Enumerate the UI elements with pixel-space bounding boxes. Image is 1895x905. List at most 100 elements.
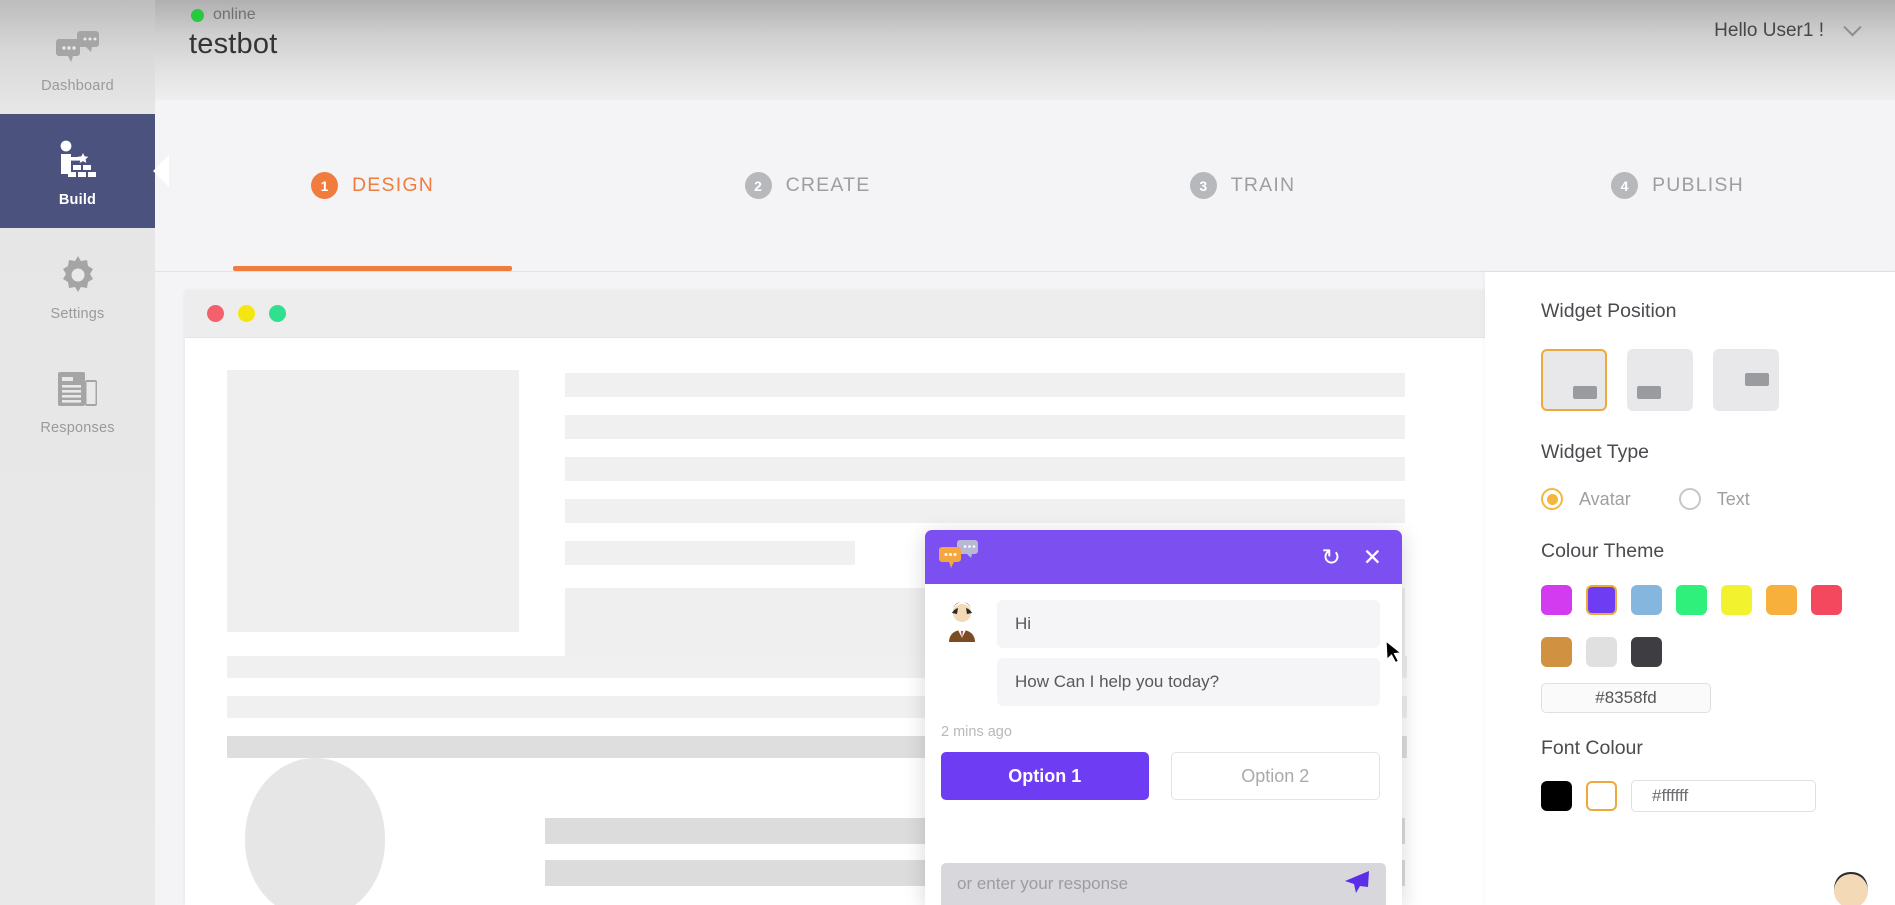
colour-theme-hex-input[interactable]: #8358fd — [1541, 683, 1711, 713]
colour-theme-title: Colour Theme — [1541, 540, 1665, 562]
step-label: CREATE — [785, 174, 871, 196]
skeleton-line — [565, 499, 1405, 523]
sidebar-item-build[interactable]: Build — [0, 114, 169, 228]
position-marker-icon — [1637, 386, 1661, 399]
quick-reply-option-2[interactable]: Option 2 — [1170, 752, 1380, 800]
colour-theme-swatches-row-1 — [1541, 585, 1895, 615]
font-colour-options: #ffffff — [1541, 780, 1895, 812]
skeleton-avatar-placeholder — [245, 758, 385, 905]
radio-text-label: Text — [1716, 488, 1750, 509]
chat-bubble-text: Hi — [997, 600, 1380, 648]
document-list-icon — [56, 362, 100, 416]
mouse-cursor-icon — [1385, 639, 1405, 673]
sidebar-item-settings[interactable]: Settings — [0, 228, 155, 342]
colour-swatch-yellow[interactable] — [1721, 585, 1752, 615]
browser-chrome-bar — [185, 290, 1485, 338]
skeleton-line — [565, 373, 1405, 397]
font-colour-swatch-black[interactable] — [1541, 781, 1572, 811]
online-status-dot-icon — [191, 8, 204, 22]
tab-create[interactable]: 2 CREATE — [590, 100, 1025, 271]
sidebar-item-label: Settings — [50, 306, 105, 322]
close-icon[interactable]: ✕ — [1363, 545, 1382, 569]
step-label: DESIGN — [352, 174, 434, 196]
step-number: 2 — [744, 172, 772, 199]
app-root: Dashboard Build Settings Responses onlin… — [0, 0, 1895, 905]
sidebar-item-responses[interactable]: Responses — [0, 342, 155, 456]
step-number: 4 — [1611, 172, 1639, 199]
skeleton-line — [565, 457, 1405, 481]
sidebar: Dashboard Build Settings Responses — [0, 0, 169, 905]
chat-input-placeholder: or enter your response — [957, 874, 1129, 893]
radio-text[interactable] — [1678, 488, 1701, 510]
widget-position-options — [1541, 349, 1895, 411]
step-label: TRAIN — [1230, 174, 1296, 196]
refresh-icon[interactable]: ↻ — [1321, 545, 1340, 569]
colour-swatch-light-gray[interactable] — [1586, 637, 1617, 667]
send-paper-plane-icon[interactable] — [1344, 870, 1370, 899]
user-avatar-icon — [941, 600, 983, 642]
chat-timestamp: 2 mins ago — [941, 724, 1012, 740]
colour-theme-swatches-row-2 — [1541, 637, 1895, 667]
floating-widget-avatar-icon[interactable] — [1825, 861, 1877, 905]
chat-quick-replies: Option 1 Option 2 — [941, 752, 1380, 800]
widget-position-middle-right[interactable] — [1713, 349, 1779, 411]
position-marker-icon — [1573, 386, 1597, 399]
greeting-label: Hello User1 ! — [1714, 20, 1824, 41]
step-number: 3 — [1189, 172, 1217, 199]
colour-swatch-dark-gray[interactable] — [1631, 637, 1662, 667]
chat-bubbles-icon — [939, 539, 979, 575]
position-marker-icon — [1745, 373, 1769, 386]
quick-reply-option-1[interactable]: Option 1 — [941, 752, 1149, 800]
colour-swatch-purple[interactable] — [1586, 585, 1617, 615]
chat-message: Hi — [941, 600, 1380, 648]
bot-status: online — [191, 6, 256, 24]
font-colour-swatch-white[interactable] — [1586, 781, 1617, 811]
chat-response-input[interactable]: or enter your response — [941, 863, 1386, 905]
chat-bubble-text: How Can I help you today? — [997, 658, 1380, 706]
builder-person-icon — [53, 134, 103, 188]
radio-avatar[interactable] — [1541, 488, 1563, 510]
user-menu[interactable]: Hello User1 ! — [1714, 17, 1862, 42]
top-header: online testbot Hello User1 ! — [155, 0, 1895, 100]
chat-widget-preview: ↻ ✕ Hi How Can I help you today? 2 mins … — [925, 530, 1402, 905]
status-label: online — [213, 6, 256, 23]
traffic-light-minimize-icon[interactable] — [238, 305, 255, 322]
widget-position-bottom-left[interactable] — [1627, 349, 1693, 411]
colour-swatch-red[interactable] — [1811, 585, 1842, 615]
active-nav-pointer-icon — [153, 155, 169, 187]
page-title: testbot — [189, 28, 278, 60]
widget-type-title: Widget Type — [1541, 441, 1650, 463]
traffic-light-maximize-icon[interactable] — [269, 305, 286, 322]
colour-swatch-green[interactable] — [1676, 585, 1707, 615]
tab-design[interactable]: 1 DESIGN — [155, 100, 590, 271]
chat-header-actions: ↻ ✕ — [1321, 545, 1382, 569]
gear-icon — [56, 248, 100, 302]
sidebar-item-dashboard[interactable]: Dashboard — [0, 0, 155, 114]
sidebar-item-label: Build — [58, 192, 97, 208]
tab-train[interactable]: 3 TRAIN — [1025, 100, 1460, 271]
widget-position-title: Widget Position — [1541, 300, 1677, 322]
font-colour-hex-input[interactable]: #ffffff — [1631, 780, 1816, 812]
skeleton-content — [185, 338, 1485, 905]
skeleton-line — [565, 415, 1405, 439]
radio-avatar-label: Avatar — [1579, 488, 1631, 509]
skeleton-image-placeholder — [227, 370, 519, 632]
widget-position-bottom-right[interactable] — [1541, 349, 1607, 411]
traffic-light-close-icon[interactable] — [207, 305, 224, 322]
sidebar-item-label: Responses — [40, 420, 115, 436]
colour-swatch-orange[interactable] — [1766, 585, 1797, 615]
widget-type-options: Avatar Text — [1541, 488, 1895, 510]
chevron-down-icon[interactable] — [1843, 17, 1862, 36]
colour-swatch-tan[interactable] — [1541, 637, 1572, 667]
step-label: PUBLISH — [1652, 174, 1744, 196]
colour-swatch-blue[interactable] — [1631, 585, 1662, 615]
chat-widget-header: ↻ ✕ — [925, 530, 1402, 584]
design-settings-panel: Widget Position Widget Type Avatar Text … — [1485, 272, 1895, 905]
step-number: 1 — [311, 172, 339, 199]
tab-publish[interactable]: 4 PUBLISH — [1460, 100, 1895, 271]
step-tabs: 1 DESIGN 2 CREATE 3 TRAIN 4 PUBLISH — [155, 100, 1895, 272]
colour-swatch-magenta[interactable] — [1541, 585, 1572, 615]
chat-message-list: Hi How Can I help you today? 2 mins ago … — [925, 584, 1402, 905]
chat-bubbles-icon — [55, 20, 100, 74]
sidebar-item-label: Dashboard — [41, 78, 114, 94]
